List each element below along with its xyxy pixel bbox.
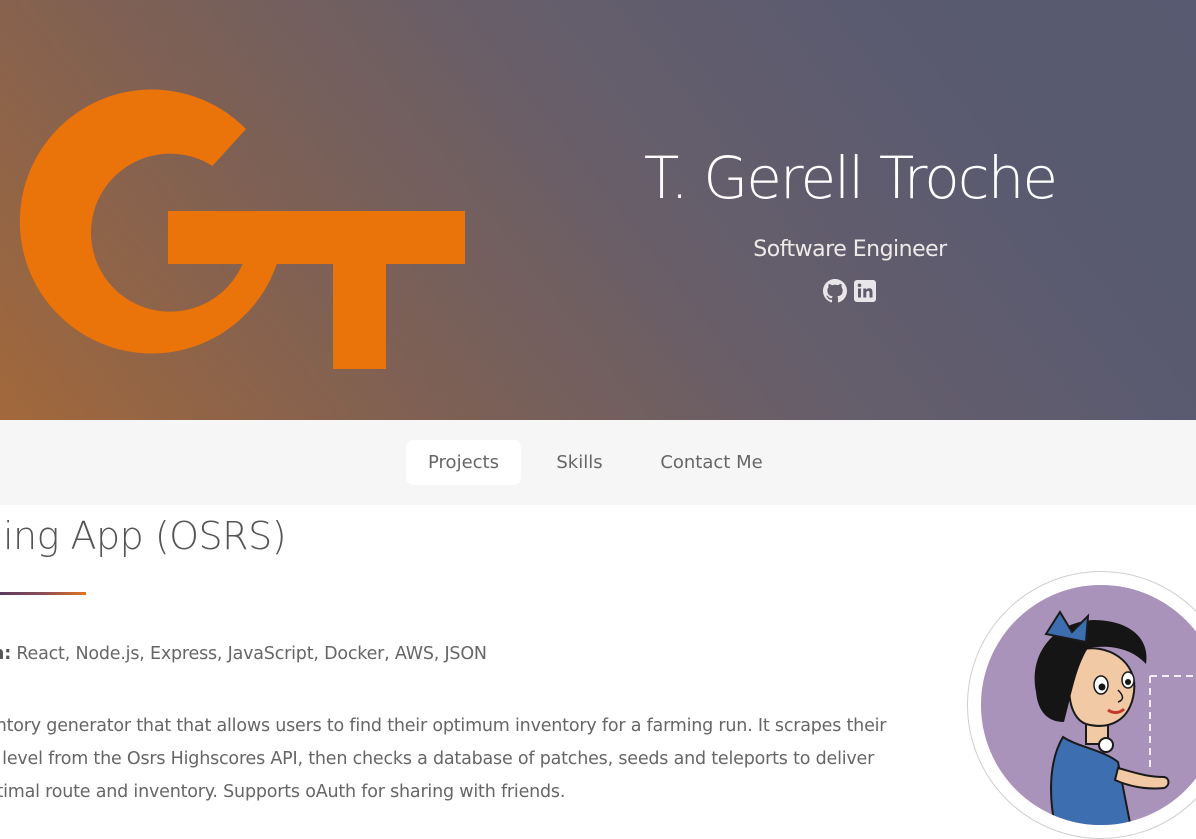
description-line: ng level from the Osrs Highscores API, t…	[0, 749, 875, 769]
project-title: rming App (OSRS)	[0, 514, 287, 558]
hero-role: Software Engineer	[753, 237, 947, 262]
project-description: ventory generator that that allows users…	[0, 710, 895, 809]
hero-name: T. Gerell Troche	[643, 144, 1058, 212]
description-line: optimal route and inventory. Supports oA…	[0, 782, 566, 802]
linkedin-icon[interactable]	[853, 279, 877, 303]
hero-banner: T. Gerell Troche Software Engineer	[0, 0, 1196, 420]
title-underline	[0, 592, 86, 595]
project-thumbnail[interactable]	[967, 571, 1196, 839]
description-line: ventory generator that that allows users…	[0, 716, 887, 736]
tab-projects[interactable]: Projects	[406, 440, 521, 485]
built-with-label: with:	[0, 644, 11, 664]
tab-skills[interactable]: Skills	[538, 440, 621, 485]
section-nav: Projects Skills Contact Me	[0, 420, 1196, 505]
tab-contact-me[interactable]: Contact Me	[641, 440, 782, 485]
social-links	[823, 278, 877, 304]
built-with-tech-list: React, Node.js, Express, JavaScript, Doc…	[16, 644, 487, 664]
github-icon[interactable]	[823, 279, 847, 303]
built-with: with: React, Node.js, Express, JavaScrip…	[0, 638, 487, 670]
gt-logo	[19, 89, 465, 369]
cartoon-character-illustration	[981, 585, 1196, 825]
